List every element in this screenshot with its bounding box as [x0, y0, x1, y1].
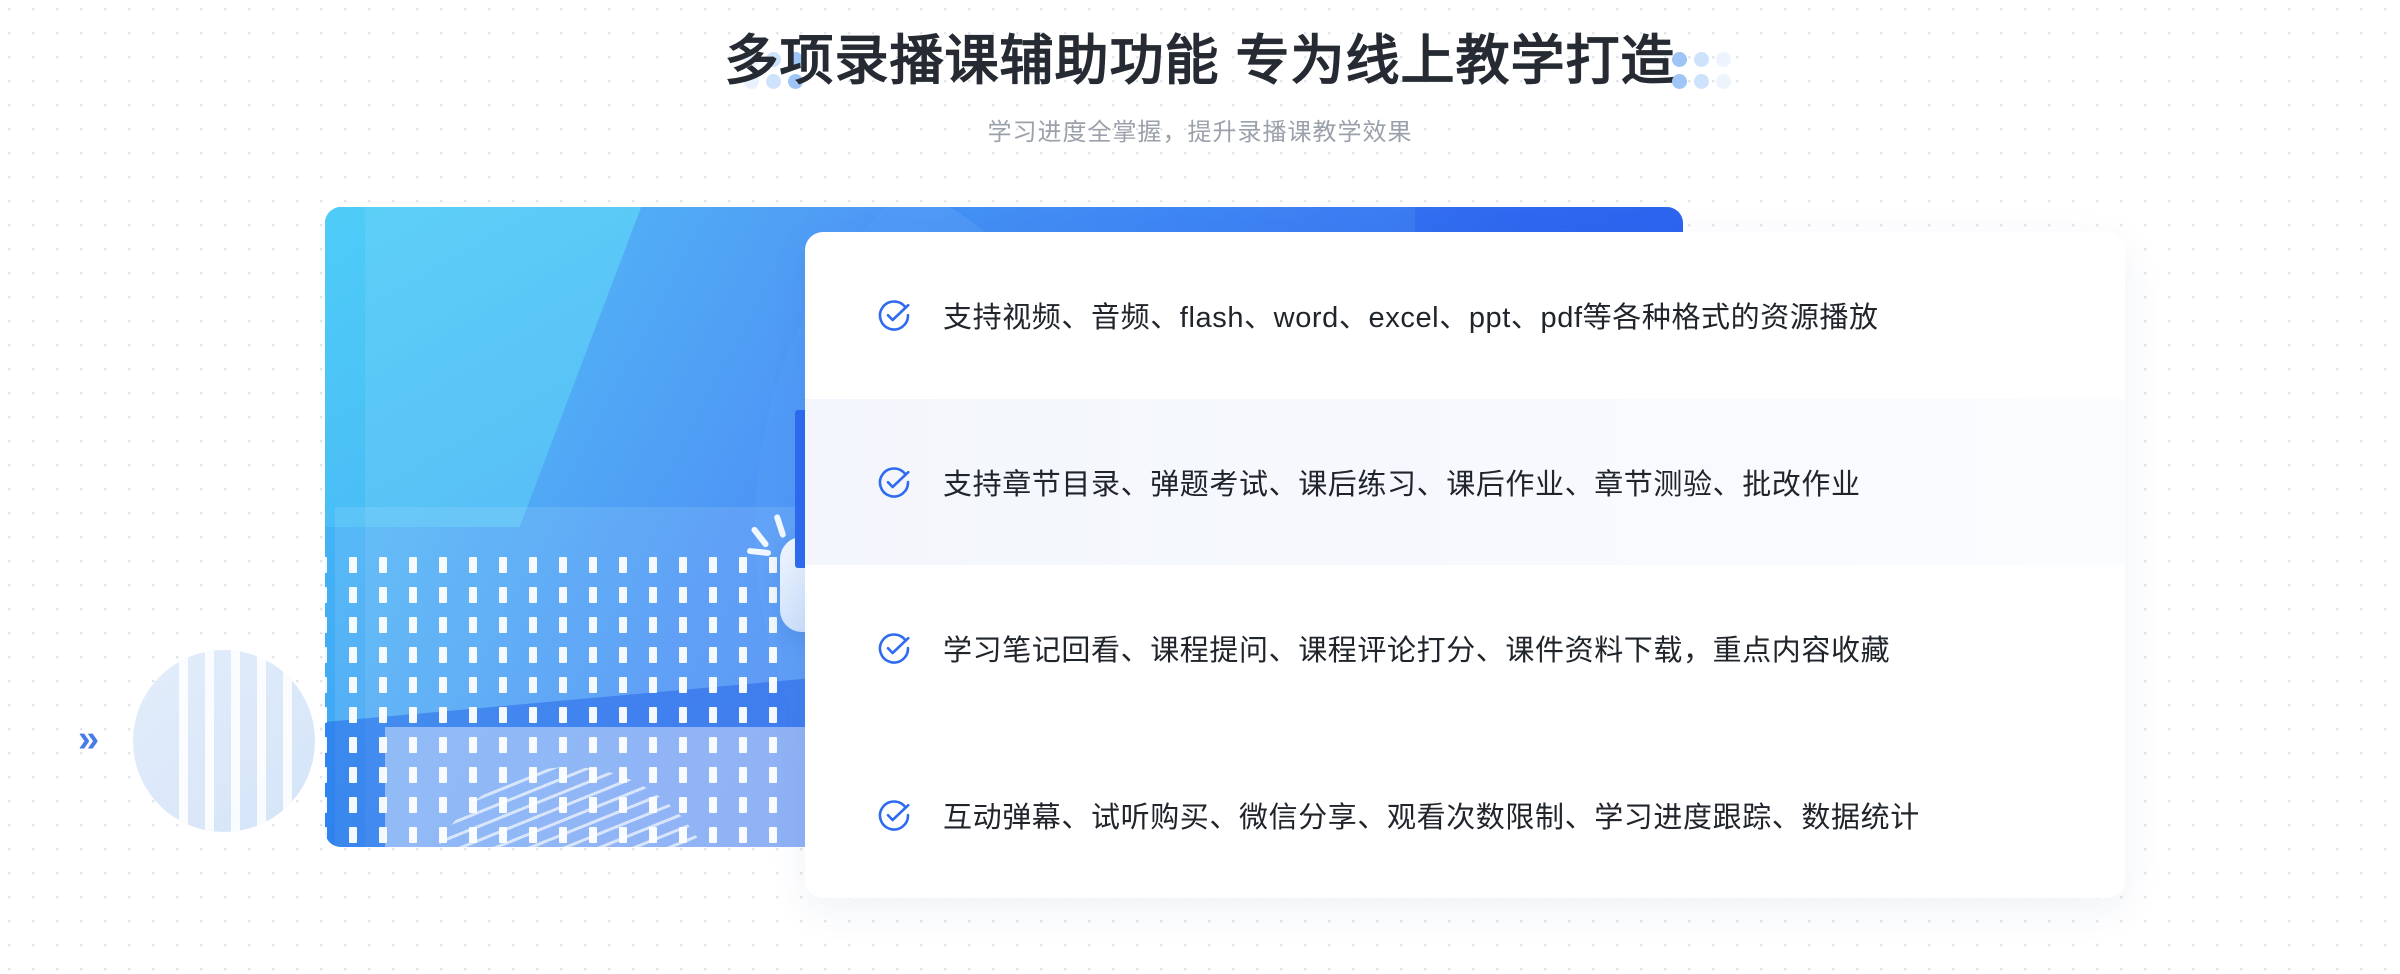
- chevron-right-double-icon: »: [78, 718, 100, 760]
- decor-dot: [1693, 73, 1709, 89]
- decor-dot: [1715, 51, 1731, 67]
- check-circle-icon: [878, 300, 910, 332]
- page-title: 多项录播课辅助功能 专为线上教学打造: [724, 31, 1676, 91]
- feature-text: 互动弹幕、试听购买、微信分享、观看次数限制、学习进度跟踪、数据统计: [943, 801, 1920, 834]
- page-header: 多项录播课辅助功能 专为线上教学打造 学习进度全掌握，提升录播课教学效果: [0, 0, 2400, 170]
- decor-dot: [1671, 73, 1687, 89]
- feature-text: 学习笔记回看、课程提问、课程评论打分、课件资料下载，重点内容收藏: [943, 635, 1891, 668]
- dot-grid-icon-right: [1668, 48, 1734, 90]
- check-circle-icon: [878, 799, 910, 831]
- decor-dot: [1693, 51, 1709, 67]
- feature-list-card: 支持视频、音频、flash、word、excel、ppt、pdf等各种格式的资源…: [805, 232, 2125, 898]
- page-subtitle: 学习进度全掌握，提升录播课教学效果: [987, 119, 1413, 146]
- decor-dot: [1671, 51, 1687, 67]
- feature-row-3[interactable]: 学习笔记回看、课程提问、课程评论打分、课件资料下载，重点内容收藏: [805, 565, 2125, 732]
- page-root: 多项录播课辅助功能 专为线上教学打造 学习进度全掌握，提升录播课教学效果 » 支…: [0, 0, 2400, 974]
- feature-text: 支持视频、音频、flash、word、excel、ppt、pdf等各种格式的资源…: [943, 302, 1879, 335]
- check-circle-icon: [878, 466, 910, 498]
- decorative-circle-stripes: [133, 650, 315, 832]
- check-circle-icon: [878, 633, 910, 665]
- feature-row-4[interactable]: 互动弹幕、试听购买、微信分享、观看次数限制、学习进度跟踪、数据统计: [805, 732, 2125, 899]
- feature-text: 支持章节目录、弹题考试、课后练习、课后作业、章节测验、批改作业: [943, 468, 1861, 501]
- decor-dot: [1715, 73, 1731, 89]
- feature-row-1[interactable]: 支持视频、音频、flash、word、excel、ppt、pdf等各种格式的资源…: [805, 232, 2125, 399]
- feature-row-2[interactable]: 支持章节目录、弹题考试、课后练习、课后作业、章节测验、批改作业: [805, 398, 2125, 565]
